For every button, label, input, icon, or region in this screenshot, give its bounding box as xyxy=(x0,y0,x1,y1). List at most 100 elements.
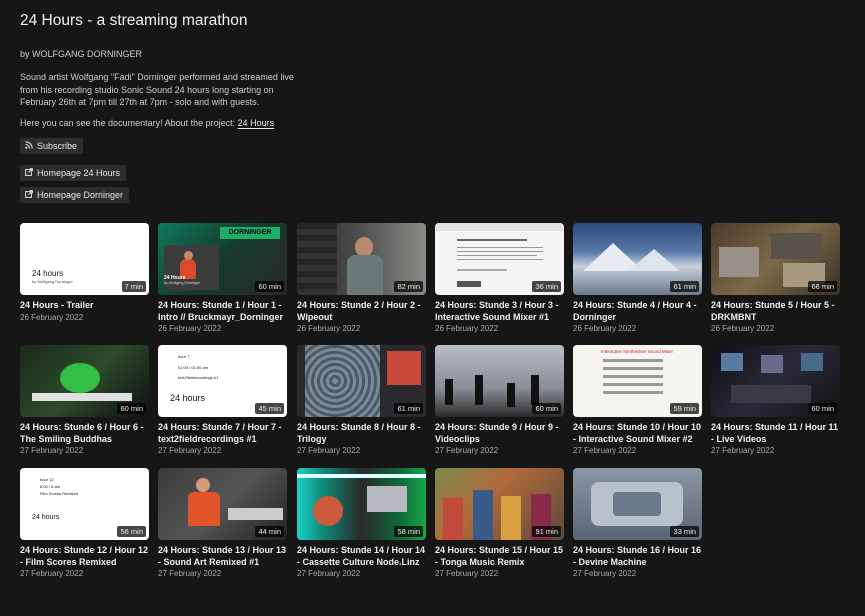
video-card[interactable]: hour 12 6:00 / 6 am Film Scores Remixed … xyxy=(20,468,149,578)
video-thumbnail: 66 min xyxy=(711,223,840,295)
video-thumbnail: 60 min xyxy=(711,345,840,417)
duration-badge: 45 min xyxy=(255,403,284,414)
rss-icon xyxy=(25,140,33,156)
video-date: 27 February 2022 xyxy=(20,446,84,455)
video-thumbnail: 36 min xyxy=(435,223,564,295)
video-date: 27 February 2022 xyxy=(711,446,775,455)
video-thumbnail: hour 7 01:00 / 01:00 am text2fieldrecord… xyxy=(158,345,287,417)
video-date: 27 February 2022 xyxy=(435,446,499,455)
duration-badge: 59 min xyxy=(670,403,699,414)
video-date: 27 February 2022 xyxy=(297,569,361,578)
video-title: 24 Hours: Stunde 14 / Hour 14 - Cassette… xyxy=(297,545,426,567)
video-card[interactable]: 91 min 24 Hours: Stunde 15 / Hour 15 - T… xyxy=(435,468,564,578)
external-link-icon xyxy=(25,167,33,183)
video-date: 26 February 2022 xyxy=(435,324,499,333)
duration-badge: 60 min xyxy=(808,403,837,414)
video-title: 24 Hours: Stunde 15 / Hour 15 - Tonga Mu… xyxy=(435,545,564,567)
video-title: 24 Hours: Stunde 3 / Hour 3 - Interactiv… xyxy=(435,300,559,322)
video-card[interactable]: Interactive Synthesiser Sound Mixer 59 m… xyxy=(573,345,702,455)
duration-badge: 44 min xyxy=(255,526,284,537)
video-card[interactable]: 60 min 24 Hours: Stunde 9 / Hour 9 - Vid… xyxy=(435,345,564,455)
video-title: 24 Hours - Trailer xyxy=(20,300,94,310)
duration-badge: 56 min xyxy=(117,526,146,537)
video-title: 24 Hours: Stunde 6 / Hour 6 - The Smilin… xyxy=(20,422,144,444)
video-thumbnail: 24 hours by Wolfgang Dorninger 7 min xyxy=(20,223,149,295)
video-title: 24 Hours: Stunde 8 / Hour 8 - Trilogy xyxy=(297,422,421,444)
video-thumbnail: 58 min xyxy=(297,468,426,540)
video-title: 24 Hours: Stunde 7 / Hour 7 - text2field… xyxy=(158,422,282,444)
video-thumbnail: DORNINGER 24 Hours by Wolfgang Dorninger… xyxy=(158,223,287,295)
video-thumbnail: 82 min xyxy=(297,223,426,295)
duration-badge: 91 min xyxy=(532,526,561,537)
video-card[interactable]: 60 min 24 Hours: Stunde 11 / Hour 11 - L… xyxy=(711,345,840,455)
video-card[interactable]: 44 min 24 Hours: Stunde 13 / Hour 13 - S… xyxy=(158,468,287,578)
video-thumbnail: 60 min xyxy=(20,345,149,417)
video-title: 24 Hours: Stunde 13 / Hour 13 - Sound Ar… xyxy=(158,545,287,567)
video-card[interactable]: 61 min 24 Hours: Stunde 8 / Hour 8 - Tri… xyxy=(297,345,426,455)
author-line: by WOLFGANG DORNINGER xyxy=(20,49,143,59)
video-date: 27 February 2022 xyxy=(158,446,222,455)
video-card[interactable]: 66 min 24 Hours: Stunde 5 / Hour 5 - DRK… xyxy=(711,223,840,333)
duration-badge: 66 min xyxy=(808,281,837,292)
video-thumbnail: hour 12 6:00 / 6 am Film Scores Remixed … xyxy=(20,468,149,540)
video-card[interactable]: hour 7 01:00 / 01:00 am text2fieldrecord… xyxy=(158,345,287,455)
duration-badge: 7 min xyxy=(121,281,146,292)
video-card[interactable]: 24 hours by Wolfgang Dorninger 7 min 24 … xyxy=(20,223,149,322)
video-date: 27 February 2022 xyxy=(297,446,361,455)
video-title: 24 Hours: Stunde 11 / Hour 11 - Live Vid… xyxy=(711,422,839,444)
video-card[interactable]: 36 min 24 Hours: Stunde 3 / Hour 3 - Int… xyxy=(435,223,564,333)
homepage-dorninger-button[interactable]: Homepage Dorninger xyxy=(20,187,130,205)
subscribe-button[interactable]: Subscribe xyxy=(20,138,84,156)
video-title: 24 Hours: Stunde 12 / Hour 12 - Film Sco… xyxy=(20,545,149,567)
duration-badge: 36 min xyxy=(532,281,561,292)
video-card[interactable]: 58 min 24 Hours: Stunde 14 / Hour 14 - C… xyxy=(297,468,426,578)
video-date: 26 February 2022 xyxy=(20,312,84,322)
video-thumbnail: 33 min xyxy=(573,468,702,540)
homepage-24-hours-button[interactable]: Homepage 24 Hours xyxy=(20,165,127,183)
video-date: 26 February 2022 xyxy=(573,324,637,333)
video-thumbnail: 60 min xyxy=(435,345,564,417)
video-title: 24 Hours: Stunde 9 / Hour 9 - Videoclips xyxy=(435,422,559,444)
video-card[interactable]: 33 min 24 Hours: Stunde 16 / Hour 16 - D… xyxy=(573,468,702,578)
video-date: 27 February 2022 xyxy=(573,446,637,455)
video-date: 26 February 2022 xyxy=(711,324,775,333)
duration-badge: 60 min xyxy=(117,403,146,414)
video-thumbnail: 61 min xyxy=(573,223,702,295)
video-date: 27 February 2022 xyxy=(158,569,222,578)
duration-badge: 33 min xyxy=(670,526,699,537)
video-date: 27 February 2022 xyxy=(435,569,499,578)
homepage-dorninger-label: Homepage Dorninger xyxy=(37,190,124,200)
homepage-24-hours-label: Homepage 24 Hours xyxy=(37,168,121,178)
description: Sound artist Wolfgang "Fadi" Dorninger p… xyxy=(20,72,294,107)
duration-badge: 60 min xyxy=(255,281,284,292)
subscribe-label: Subscribe xyxy=(37,141,78,151)
about-prefix: Here you can see the documentary! About … xyxy=(20,118,236,128)
page-title: 24 Hours - a streaming marathon xyxy=(20,12,248,29)
video-card[interactable]: 82 min 24 Hours: Stunde 2 / Hour 2 - Wip… xyxy=(297,223,426,333)
video-date: 26 February 2022 xyxy=(158,324,222,333)
video-card[interactable]: 60 min 24 Hours: Stunde 6 / Hour 6 - The… xyxy=(20,345,149,455)
video-title: 24 Hours: Stunde 16 / Hour 16 - Devine M… xyxy=(573,545,702,567)
duration-badge: 61 min xyxy=(394,403,423,414)
video-date: 27 February 2022 xyxy=(573,569,637,578)
video-thumbnail: 91 min xyxy=(435,468,564,540)
video-title: 24 Hours: Stunde 1 / Hour 1 - Intro // B… xyxy=(158,300,284,322)
video-title: 24 Hours: Stunde 5 / Hour 5 - DRKMBNT xyxy=(711,300,835,322)
video-thumbnail: 44 min xyxy=(158,468,287,540)
video-date: 27 February 2022 xyxy=(20,569,84,578)
video-title: 24 Hours: Stunde 4 / Hour 4 - Dorninger xyxy=(573,300,697,322)
video-title: 24 Hours: Stunde 10 / Hour 10 - Interact… xyxy=(573,422,702,444)
about-line: Here you can see the documentary! About … xyxy=(20,118,274,128)
duration-badge: 60 min xyxy=(532,403,561,414)
video-thumbnail: 61 min xyxy=(297,345,426,417)
about-link[interactable]: 24 Hours xyxy=(238,118,275,128)
duration-badge: 82 min xyxy=(394,281,423,292)
video-card[interactable]: 61 min 24 Hours: Stunde 4 / Hour 4 - Dor… xyxy=(573,223,702,333)
video-thumbnail: Interactive Synthesiser Sound Mixer 59 m… xyxy=(573,345,702,417)
video-card[interactable]: DORNINGER 24 Hours by Wolfgang Dorninger… xyxy=(158,223,287,333)
video-date: 26 February 2022 xyxy=(297,324,361,333)
duration-badge: 61 min xyxy=(670,281,699,292)
external-link-icon xyxy=(25,189,33,205)
duration-badge: 58 min xyxy=(394,526,423,537)
video-title: 24 Hours: Stunde 2 / Hour 2 - Wipeout xyxy=(297,300,421,322)
